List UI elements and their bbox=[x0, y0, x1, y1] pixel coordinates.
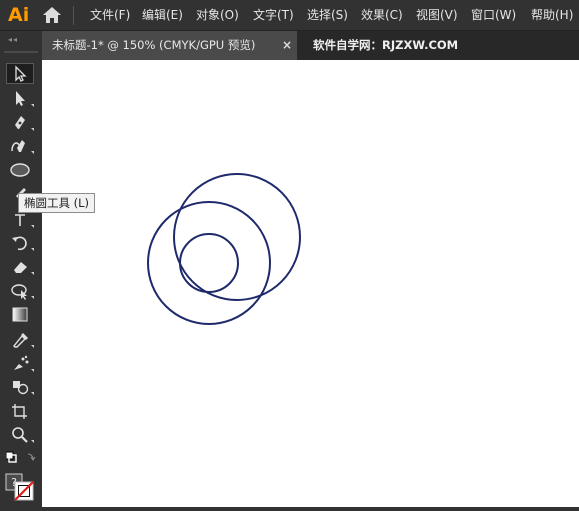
shape-builder-tool[interactable] bbox=[6, 376, 34, 397]
direct-selection-tool[interactable] bbox=[6, 88, 34, 109]
menu-bar: Ai 文件(F) 编辑(E) 对象(O) 文字(T) 选择(S) 效果(C) 视… bbox=[0, 0, 579, 31]
ellipse-tool[interactable] bbox=[6, 160, 34, 181]
fill-stroke-swatch[interactable]: ? bbox=[4, 472, 38, 502]
selection-tool[interactable] bbox=[6, 63, 34, 84]
selection-arrow-icon bbox=[15, 65, 27, 82]
large-circle-bottom bbox=[147, 201, 271, 325]
direct-selection-icon bbox=[16, 91, 34, 107]
puppet-warp-tool[interactable] bbox=[6, 280, 34, 301]
large-circle-top bbox=[173, 173, 301, 301]
menu-window[interactable]: 窗口(W) bbox=[471, 0, 516, 30]
menu-select[interactable]: 选择(S) bbox=[307, 0, 348, 30]
swap-colors-icon bbox=[6, 451, 36, 463]
pen-icon bbox=[15, 116, 34, 131]
small-circle bbox=[179, 233, 239, 293]
app-logo: Ai bbox=[8, 4, 30, 26]
puppet-warp-icon bbox=[11, 284, 34, 300]
ellipse-icon bbox=[10, 163, 30, 177]
artboard-icon bbox=[12, 404, 27, 419]
shape-builder-icon bbox=[13, 381, 34, 395]
gradient-icon bbox=[12, 307, 28, 322]
document-tab[interactable]: 未标题-1* @ 150% (CMYK/GPU 预览) × bbox=[42, 31, 297, 60]
ellipses-artwork[interactable] bbox=[42, 60, 579, 507]
watermark-text: 软件自学网：RJZXW.COM bbox=[313, 38, 459, 52]
pen-tool[interactable] bbox=[6, 112, 34, 133]
menu-divider bbox=[73, 6, 74, 25]
eraser-tool[interactable] bbox=[6, 256, 34, 277]
ellipse-tool-tooltip: 椭圆工具 (L) bbox=[18, 193, 96, 213]
menu-view[interactable]: 视图(V) bbox=[416, 0, 458, 30]
document-tab-bar: 未标题-1* @ 150% (CMYK/GPU 预览) × 软件自学网：RJZX… bbox=[42, 31, 579, 60]
home-icon[interactable] bbox=[42, 6, 62, 24]
document-tab-title: 未标题-1* @ 150% (CMYK/GPU 预览) bbox=[52, 38, 256, 52]
eraser-icon bbox=[14, 262, 34, 275]
rotate-icon bbox=[12, 236, 34, 251]
menu-object[interactable]: 对象(O) bbox=[196, 0, 239, 30]
gradient-tool[interactable] bbox=[6, 304, 34, 325]
menu-effect[interactable]: 效果(C) bbox=[361, 0, 403, 30]
curvature-pen-icon bbox=[11, 140, 34, 154]
menu-file[interactable]: 文件(F) bbox=[90, 0, 130, 30]
zoom-icon bbox=[12, 427, 34, 443]
zoom-tool[interactable] bbox=[6, 424, 34, 445]
symbol-sprayer-icon bbox=[14, 355, 34, 372]
rotate-tool[interactable] bbox=[6, 232, 34, 253]
fill-stroke-icon: ? bbox=[5, 473, 34, 501]
tools-panel: ◂◂ ? bbox=[0, 31, 42, 507]
artboard-tool[interactable] bbox=[6, 400, 34, 421]
artboard-canvas[interactable] bbox=[42, 60, 579, 507]
menu-edit[interactable]: 编辑(E) bbox=[142, 0, 183, 30]
panel-collapse-icon[interactable]: ◂◂ bbox=[8, 35, 18, 44]
eyedropper-icon bbox=[13, 333, 34, 348]
eyedropper-tool[interactable] bbox=[6, 329, 34, 350]
close-icon[interactable]: × bbox=[282, 31, 292, 60]
panel-grip[interactable] bbox=[4, 51, 38, 53]
curvature-tool[interactable] bbox=[6, 135, 34, 156]
menu-type[interactable]: 文字(T) bbox=[253, 0, 294, 30]
default-fill-stroke[interactable] bbox=[6, 451, 36, 467]
symbol-sprayer-tool[interactable] bbox=[6, 353, 34, 374]
menu-help[interactable]: 帮助(H) bbox=[531, 0, 573, 30]
